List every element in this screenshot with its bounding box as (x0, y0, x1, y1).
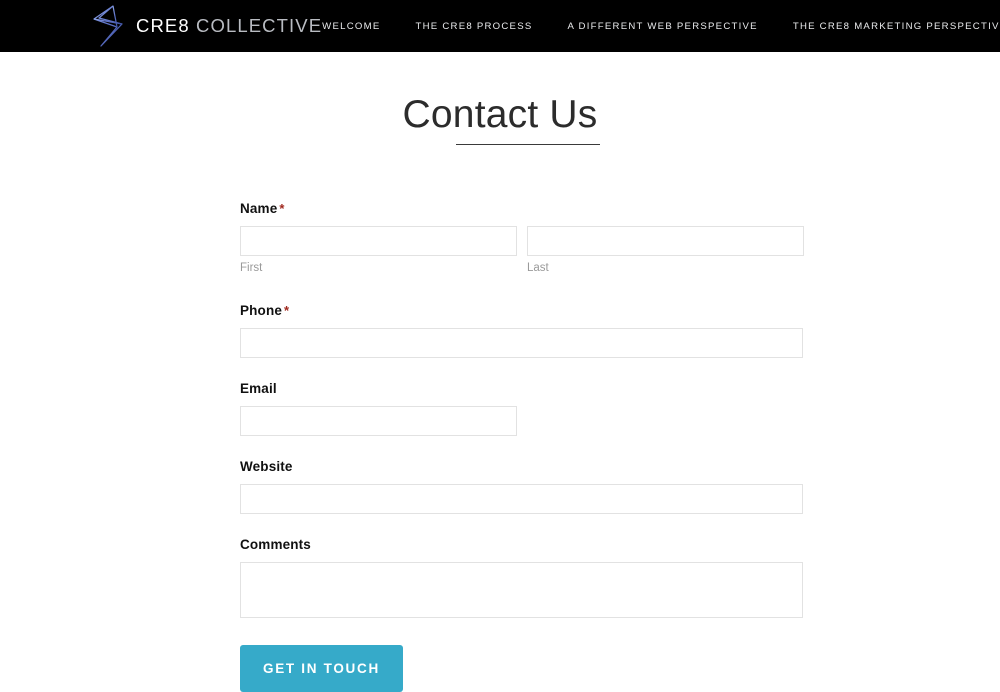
field-label-website: Website (240, 459, 293, 474)
website-input[interactable] (240, 484, 803, 514)
nav-item-a-different-web-perspective[interactable]: A DIFFERENT WEB PERSPECTIVE (568, 21, 758, 32)
brand-logo[interactable]: CRE8 COLLECTIVE (92, 0, 322, 52)
name-last-column: Last (527, 226, 804, 276)
field-label-phone-text: Phone (240, 303, 283, 318)
nav-item-the-cre8-marketing-perspective[interactable]: THE CRE8 MARKETING PERSPECTIVE (793, 21, 1000, 32)
brand-name-primary: CRE8 (136, 15, 190, 36)
title-divider (456, 144, 600, 145)
field-email: Email (240, 380, 804, 436)
name-first-column: First (240, 226, 517, 276)
lightning-bolt-logo-icon (93, 5, 123, 47)
brand-name: CRE8 COLLECTIVE (136, 15, 322, 37)
contact-form: Name * First Last Phone * Email Website Co… (240, 200, 804, 692)
get-in-touch-button[interactable]: GET IN TOUCH (240, 645, 403, 692)
field-label-email: Email (240, 381, 277, 396)
field-comments: Comments (240, 536, 804, 618)
field-label-phone: Phone * (240, 302, 804, 320)
main-navigation: WELCOME THE CRE8 PROCESS A DIFFERENT WEB… (322, 0, 1000, 52)
last-name-sub-label: Last (527, 262, 549, 274)
first-name-sub-label: First (240, 262, 263, 274)
field-name: Name * First Last (240, 200, 804, 276)
first-name-input[interactable] (240, 226, 517, 256)
required-marker-phone: * (284, 303, 290, 318)
name-row: First Last (240, 226, 804, 276)
nav-item-welcome[interactable]: WELCOME (322, 21, 380, 32)
field-label-name: Name * (240, 200, 804, 218)
required-marker-name: * (279, 201, 285, 216)
site-header: CRE8 COLLECTIVE WELCOME THE CRE8 PROCESS… (0, 0, 1000, 52)
page-title: Contact Us (402, 93, 598, 137)
brand-name-secondary: COLLECTIVE (196, 15, 323, 36)
field-website: Website (240, 458, 804, 514)
last-name-input[interactable] (527, 226, 804, 256)
field-label-name-text: Name (240, 201, 278, 216)
field-phone: Phone * (240, 302, 804, 358)
field-label-comments: Comments (240, 537, 311, 552)
email-input[interactable] (240, 406, 517, 436)
comments-textarea[interactable] (240, 562, 803, 618)
nav-item-the-cre8-process[interactable]: THE CRE8 PROCESS (415, 21, 532, 32)
phone-input[interactable] (240, 328, 803, 358)
